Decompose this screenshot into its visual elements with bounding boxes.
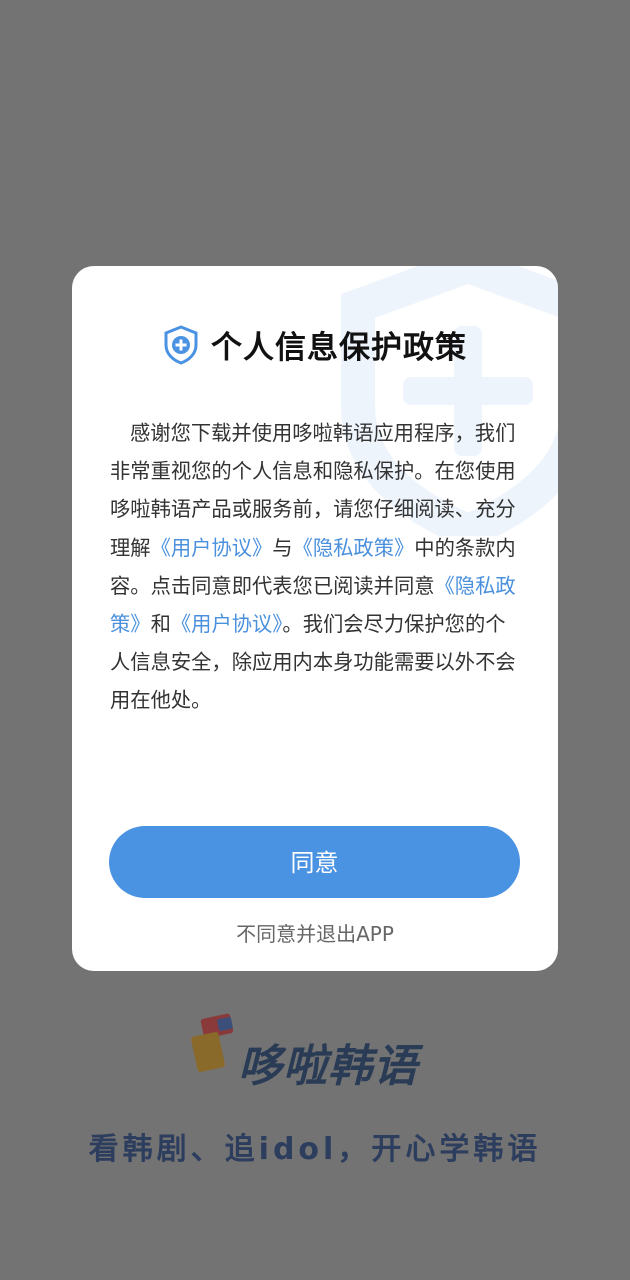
shield-plus-icon	[164, 324, 198, 365]
dialog-title: 个人信息保护政策	[211, 330, 467, 366]
body-text: 与	[272, 535, 293, 560]
dialog-header: 个人信息保护政策	[72, 322, 558, 372]
agree-button[interactable]: 同意	[109, 826, 520, 898]
app-slogan: 看韩剧、追idol，开心学韩语	[88, 1132, 542, 1167]
user-agreement-link[interactable]: 《用户协议》	[171, 612, 283, 636]
app-name: 哆啦韩语	[238, 1041, 418, 1092]
body-text: 和	[150, 612, 171, 637]
app-logo: 哆啦韩语	[188, 1012, 448, 1096]
privacy-dialog: 个人信息保护政策 感谢您下载并使用哆啦韩语应用程序，我们非常重视您的个人信息和隐…	[72, 266, 558, 971]
privacy-policy-link[interactable]: 《隐私政策》	[293, 536, 415, 560]
user-agreement-link[interactable]: 《用户协议》	[151, 536, 273, 560]
dialog-body-text: 感谢您下载并使用哆啦韩语应用程序，我们非常重视您的个人信息和隐私保护。在您使用哆…	[110, 414, 520, 720]
disagree-exit-link[interactable]: 不同意并退出APP	[72, 918, 558, 947]
